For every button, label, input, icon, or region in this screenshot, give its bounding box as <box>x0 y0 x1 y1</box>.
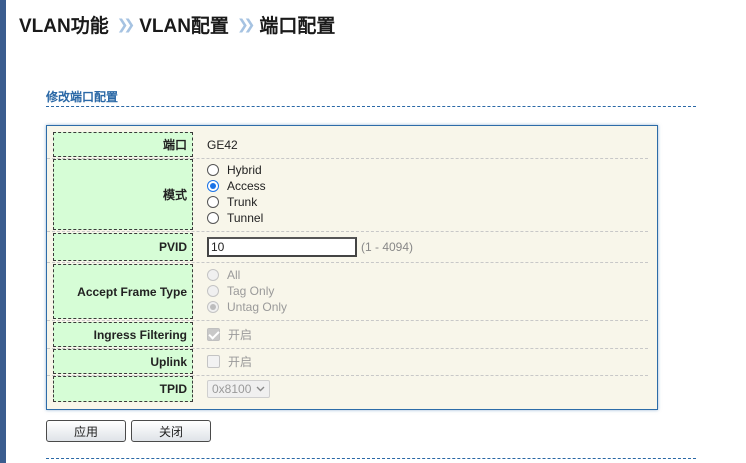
radio-label: Hybrid <box>227 163 262 177</box>
close-button[interactable]: 关闭 <box>131 420 211 442</box>
breadcrumb: VLAN功能 ❯❯ VLAN配置 ❯❯ 端口配置 <box>19 10 335 38</box>
radio-untag-only <box>207 301 219 313</box>
radio-label: Tunnel <box>227 211 264 225</box>
section-title: 修改端口配置 <box>46 90 119 104</box>
row-divider <box>47 262 648 263</box>
uplink-checkbox <box>207 355 220 368</box>
row-divider <box>47 231 648 232</box>
ingress-filtering-row: Ingress Filtering 开启 <box>53 322 654 347</box>
ingress-filtering-label: Ingress Filtering <box>53 322 193 347</box>
accept-frame-type-label: Accept Frame Type <box>53 264 193 319</box>
uplink-enable-label: 开启 <box>228 355 253 369</box>
frame-option-all: All <box>207 267 287 283</box>
port-value: GE42 <box>207 137 238 152</box>
breadcrumb-item-vlan-config[interactable]: VLAN配置 <box>139 11 229 38</box>
pvid-row: PVID 10 (1 - 4094) <box>53 233 654 261</box>
uplink-row: Uplink 开启 <box>53 349 654 374</box>
uplink-value: 开启 <box>207 349 252 374</box>
mode-row: 模式 Hybrid Access Trunk Tunnel <box>53 159 654 230</box>
mode-option-trunk[interactable]: Trunk <box>207 194 266 210</box>
radio-trunk[interactable] <box>207 196 219 208</box>
port-row: 端口 GE42 <box>53 132 654 157</box>
pvid-value-group: 10 (1 - 4094) <box>207 233 413 261</box>
radio-label: Access <box>227 179 266 193</box>
pvid-label: PVID <box>53 233 193 261</box>
mode-radio-group: Hybrid Access Trunk Tunnel <box>207 162 266 226</box>
mode-option-hybrid[interactable]: Hybrid <box>207 162 266 178</box>
radio-label: Tag Only <box>227 284 275 298</box>
mode-label: 模式 <box>53 159 193 230</box>
radio-label: Trunk <box>227 195 258 209</box>
radio-access[interactable] <box>207 180 219 192</box>
pvid-range-hint: (1 - 4094) <box>361 240 414 254</box>
bottom-divider <box>46 458 696 459</box>
tpid-select: 0x8100 <box>207 380 270 398</box>
breadcrumb-item-port-config: 端口配置 <box>259 15 336 37</box>
tpid-label: TPID <box>53 376 193 402</box>
uplink-label: Uplink <box>53 349 193 374</box>
ingress-filtering-value: 开启 <box>207 322 252 347</box>
chevron-down-icon <box>256 383 265 398</box>
port-label: 端口 <box>53 132 193 157</box>
breadcrumb-separator-icon: ❯❯ <box>236 15 256 32</box>
port-config-form: 端口 GE42 模式 Hybrid Access Trunk Tunnel PV… <box>46 125 658 410</box>
radio-label: Untag Only <box>227 300 288 314</box>
apply-button[interactable]: 应用 <box>46 420 126 442</box>
radio-tunnel[interactable] <box>207 212 219 224</box>
radio-tag-only <box>207 285 219 297</box>
frame-option-tag-only: Tag Only <box>207 283 287 299</box>
radio-hybrid[interactable] <box>207 164 219 176</box>
mode-option-tunnel[interactable]: Tunnel <box>207 210 266 226</box>
ingress-filtering-enable-label: 开启 <box>228 328 253 342</box>
frame-option-untag-only: Untag Only <box>207 299 287 315</box>
mode-option-access[interactable]: Access <box>207 178 266 194</box>
accept-frame-type-radio-group: All Tag Only Untag Only <box>207 267 287 315</box>
tpid-value: 0x8100 <box>207 376 270 402</box>
breadcrumb-separator-icon: ❯❯ <box>116 15 136 32</box>
section-divider <box>46 106 696 107</box>
left-edge-bar <box>0 0 6 463</box>
ingress-filtering-checkbox <box>207 328 220 341</box>
tpid-row: TPID 0x8100 <box>53 376 654 402</box>
accept-frame-type-row: Accept Frame Type All Tag Only Untag Onl… <box>53 264 654 319</box>
radio-label: All <box>227 268 241 282</box>
tpid-select-value: 0x8100 <box>212 382 252 396</box>
radio-all <box>207 269 219 281</box>
row-divider <box>47 320 648 321</box>
pvid-input[interactable]: 10 <box>207 237 357 257</box>
breadcrumb-item-vlan-function[interactable]: VLAN功能 <box>19 11 109 38</box>
